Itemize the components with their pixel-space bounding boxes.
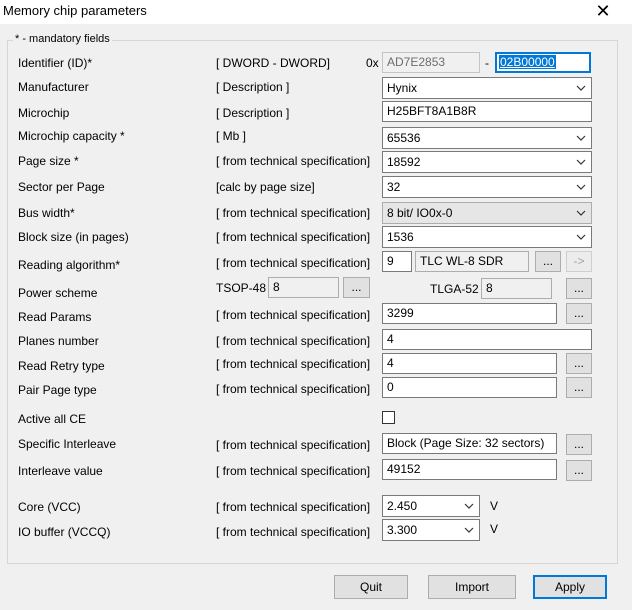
block-size-select[interactable]: 1536 (382, 226, 592, 248)
read-retry-label: Read Retry type (18, 359, 105, 373)
active-ce-checkbox[interactable] (382, 411, 395, 424)
read-retry-browse-button[interactable]: ... (566, 353, 592, 374)
power-scheme-label: Power scheme (18, 286, 98, 300)
capacity-value: 65536 (387, 131, 421, 145)
io-vccq-select[interactable]: 3.300 (382, 519, 480, 541)
identifier-hint: [ DWORD - DWORD] (216, 56, 330, 70)
reading-algorithm-input[interactable]: 9 (382, 251, 412, 272)
microchip-hint: [ Description ] (216, 106, 290, 120)
manufacturer-select[interactable]: Hynix (382, 77, 592, 99)
planes-label: Planes number (18, 334, 99, 348)
io-vccq-hint: [ from technical specification] (216, 525, 371, 539)
block-size-label: Block size (in pages) (18, 230, 129, 244)
pair-page-browse-button[interactable]: ... (566, 377, 592, 398)
pair-page-label: Pair Page type (18, 383, 97, 397)
reading-algorithm-label: Reading algorithm* (18, 258, 121, 272)
core-vcc-value: 2.450 (387, 499, 418, 513)
chevron-down-icon (464, 503, 474, 509)
chevron-down-icon (576, 184, 586, 190)
active-ce-label: Active all CE (18, 412, 87, 426)
hex-prefix: 0x (366, 56, 379, 70)
core-vcc-label: Core (VCC) (18, 500, 81, 514)
identifier-input-2-text: 02B00000 (499, 55, 556, 69)
core-vcc-unit: V (490, 499, 499, 513)
manufacturer-label: Manufacturer (18, 80, 89, 94)
read-params-hint: [ from technical specification] (216, 308, 371, 322)
read-params-browse-button[interactable]: ... (566, 303, 592, 324)
chevron-down-icon (576, 135, 586, 141)
capacity-select[interactable]: 65536 (382, 127, 592, 149)
read-retry-input[interactable]: 4 (382, 353, 557, 374)
chevron-down-icon (576, 159, 586, 165)
interleave-value-hint: [ from technical specification] (216, 464, 371, 478)
planes-input[interactable]: 4 (382, 329, 592, 350)
page-size-hint: [ from technical specification] (216, 154, 371, 168)
chevron-down-icon (464, 527, 474, 533)
reading-algorithm-arrow-button[interactable]: -> (566, 251, 592, 272)
window-title: Memory chip parameters (3, 3, 147, 18)
block-size-value: 1536 (387, 230, 414, 244)
interleave-value-input[interactable]: 49152 (382, 459, 557, 480)
bus-width-select[interactable]: 8 bit/ IO0x-0 (382, 202, 592, 224)
io-vccq-label: IO buffer (VCCQ) (18, 525, 111, 539)
sector-per-page-hint: [calc by page size] (216, 180, 315, 194)
interleave-value-label: Interleave value (18, 464, 103, 478)
capacity-hint: [ Mb ] (216, 129, 247, 143)
tsop-input[interactable]: 8 (268, 277, 339, 298)
microchip-input[interactable]: H25BFT8A1B8R (382, 101, 592, 122)
tlga-browse-button[interactable]: ... (566, 278, 592, 299)
identifier-input-1[interactable]: AD7E2853 (382, 52, 480, 73)
quit-button[interactable]: Quit (334, 575, 408, 599)
microchip-label: Microchip (18, 106, 70, 120)
interleave-label: Specific Interleave (18, 437, 117, 451)
identifier-input-2[interactable]: 02B00000 (495, 52, 591, 73)
apply-button[interactable]: Apply (533, 575, 607, 599)
interleave-browse-button[interactable]: ... (566, 434, 592, 455)
page-size-select[interactable]: 18592 (382, 151, 592, 173)
bus-width-value: 8 bit/ IO0x-0 (387, 206, 453, 220)
read-retry-hint: [ from technical specification] (216, 357, 371, 371)
planes-hint: [ from technical specification] (216, 334, 371, 348)
read-params-label: Read Params (18, 310, 92, 324)
identifier-label: Identifier (ID)* (18, 56, 93, 70)
sector-per-page-value: 32 (387, 180, 401, 194)
title-bar: Memory chip parameters ✕ (0, 0, 632, 24)
chevron-down-icon (576, 210, 586, 216)
sector-per-page-select[interactable]: 32 (382, 176, 592, 198)
pair-page-input[interactable]: 0 (382, 377, 557, 398)
identifier-dash: - (485, 56, 489, 70)
bus-width-label: Bus width* (18, 206, 75, 220)
capacity-label: Microchip capacity * (18, 129, 125, 143)
chevron-down-icon (576, 234, 586, 240)
read-params-input[interactable]: 3299 (382, 303, 557, 324)
core-vcc-hint: [ from technical specification] (216, 500, 371, 514)
sector-per-page-label: Sector per Page (18, 180, 105, 194)
page-size-value: 18592 (387, 155, 421, 169)
reading-algorithm-hint: [ from technical specification] (216, 256, 371, 270)
tsop-browse-button[interactable]: ... (343, 277, 370, 298)
io-vccq-unit: V (490, 522, 499, 536)
tsop-label: TSOP-48 (216, 281, 267, 295)
chevron-down-icon (576, 85, 586, 91)
page-size-label: Page size * (18, 154, 79, 168)
bus-width-hint: [ from technical specification] (216, 206, 371, 220)
mandatory-legend: * - mandatory fields (13, 33, 112, 45)
pair-page-hint: [ from technical specification] (216, 382, 371, 396)
core-vcc-select[interactable]: 2.450 (382, 495, 480, 517)
manufacturer-hint: [ Description ] (216, 80, 290, 94)
tlga-label: TLGA-52 (430, 282, 479, 296)
reading-algorithm-name: TLC WL-8 SDR (415, 251, 529, 272)
import-button[interactable]: Import (428, 575, 516, 599)
tlga-input[interactable]: 8 (481, 278, 552, 299)
interleave-input[interactable]: Block (Page Size: 32 sectors) (382, 433, 557, 454)
reading-algorithm-browse-button[interactable]: ... (535, 251, 561, 272)
interleave-hint: [ from technical specification] (216, 438, 371, 452)
block-size-hint: [ from technical specification] (216, 230, 371, 244)
close-icon[interactable]: ✕ (594, 2, 612, 20)
io-vccq-value: 3.300 (387, 523, 418, 537)
interleave-value-browse-button[interactable]: ... (566, 460, 592, 481)
manufacturer-value: Hynix (387, 81, 418, 95)
